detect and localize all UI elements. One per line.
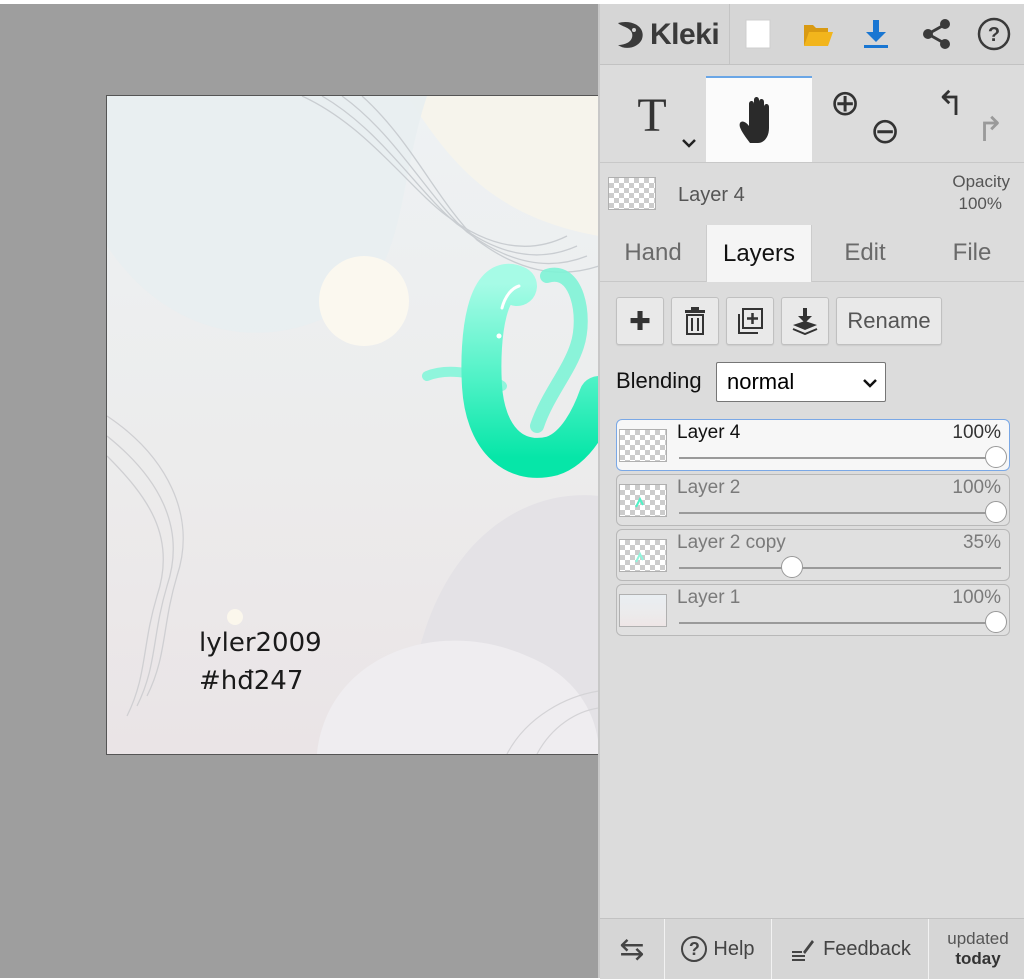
layer-opacity-slider-knob[interactable] — [985, 611, 1007, 633]
plus-icon: ✚ — [629, 305, 651, 336]
trash-icon — [685, 307, 705, 335]
layer-opacity-track[interactable] — [679, 622, 1001, 624]
layer-opacity: 35% — [962, 532, 1001, 553]
text-tool-button[interactable]: T — [600, 76, 704, 162]
layer-opacity-track[interactable] — [679, 512, 1001, 514]
bottom-bar: ⇆ ? Help Feedback updated today — [600, 918, 1024, 979]
swap-icon: ⇆ — [619, 932, 645, 966]
top-toolbar: Kleki ? — [600, 4, 1024, 65]
download-button[interactable] — [856, 14, 896, 54]
zoom-out-icon[interactable]: ⊖ — [870, 110, 900, 152]
canvas-text-line2: #hđ247 — [199, 666, 304, 696]
layer-opacity-track[interactable] — [679, 457, 1001, 459]
hand-tool-button[interactable] — [706, 76, 812, 162]
layer-thumbnail — [619, 484, 667, 517]
layer-name: Layer 2 — [677, 477, 741, 498]
layer-opacity-slider-knob[interactable] — [780, 556, 803, 578]
redo-icon[interactable]: ↱ — [976, 110, 1005, 150]
layer-opacity-track[interactable] — [679, 567, 1001, 569]
canvas-text-line1: lyler2009 — [199, 628, 322, 658]
zoom-tools: ⊕ ⊖ — [814, 76, 920, 162]
artboard[interactable]: lyler2009 #hđ247 — [106, 95, 598, 755]
feedback-label: Feedback — [823, 937, 911, 960]
layer-row[interactable]: Layer 4 100% — [616, 419, 1010, 471]
tab-hand[interactable]: Hand — [600, 225, 706, 281]
share-icon — [923, 19, 950, 49]
chevron-down-icon — [863, 379, 877, 388]
help-link[interactable]: ? Help — [666, 919, 770, 979]
help-icon: ? — [977, 17, 1011, 51]
current-layer-info: Layer 4 Opacity 100% — [600, 164, 1024, 224]
layer-opacity: 100% — [952, 587, 1001, 608]
layer-thumbnail — [619, 429, 667, 462]
merge-layer-button[interactable] — [781, 297, 829, 345]
help-button[interactable]: ? — [974, 14, 1014, 54]
open-folder-icon — [804, 25, 833, 46]
layer-row[interactable]: Layer 2 copy 35% — [616, 529, 1010, 581]
zoom-in-icon[interactable]: ⊕ — [830, 82, 860, 124]
blending-select[interactable]: normal — [716, 362, 886, 402]
delete-layer-button[interactable] — [671, 297, 719, 345]
layer-name: Layer 2 copy — [677, 532, 786, 553]
divider — [928, 919, 929, 979]
tool-panel: Kleki ? T ⊕ ⊖ ↰ ↱ Layer 4 Opacity 100% H… — [598, 4, 1024, 979]
divider — [729, 4, 730, 64]
kleki-logo[interactable]: Kleki — [612, 14, 720, 56]
blending-value: normal — [727, 369, 795, 394]
swap-side-button[interactable]: ⇆ — [600, 919, 664, 979]
updated-line2: today — [955, 949, 1001, 968]
blending-label: Blending — [616, 368, 702, 393]
layer-name: Layer 4 — [677, 422, 741, 443]
layer-opacity: 100% — [952, 477, 1001, 498]
layer-opacity: 100% — [952, 422, 1001, 443]
panel-tabs: Hand Layers Edit File — [600, 225, 1024, 282]
layer-opacity-slider-knob[interactable] — [985, 501, 1007, 523]
rename-layer-button[interactable]: Rename — [836, 297, 942, 345]
merge-down-icon — [792, 308, 818, 335]
svg-text:?: ? — [988, 24, 1000, 46]
kleki-logo-icon — [618, 21, 643, 48]
hand-icon — [739, 97, 769, 143]
current-layer-name: Layer 4 — [678, 184, 745, 206]
help-circle-icon: ? — [681, 936, 708, 962]
tab-file[interactable]: File — [918, 225, 1024, 281]
updated-line1: updated — [947, 929, 1009, 948]
undo-icon[interactable]: ↰ — [936, 84, 965, 124]
divider — [771, 919, 772, 979]
add-layer-button[interactable]: ✚ — [616, 297, 664, 345]
share-button[interactable] — [916, 14, 956, 54]
updated-info[interactable]: updated today — [930, 919, 1024, 979]
artwork — [107, 96, 598, 754]
open-file-button[interactable] — [798, 14, 838, 54]
help-label: Help — [713, 937, 755, 960]
history-tools: ↰ ↱ — [922, 76, 1024, 162]
layer-row[interactable]: Layer 1 100% — [616, 584, 1010, 636]
layer-row[interactable]: Layer 2 100% — [616, 474, 1010, 526]
current-layer-thumbnail — [608, 177, 656, 210]
tool-row: T ⊕ ⊖ ↰ ↱ — [600, 76, 1024, 163]
layer-opacity-slider-knob[interactable] — [985, 446, 1007, 468]
new-image-icon — [745, 19, 771, 49]
app-name: Kleki — [650, 18, 720, 51]
canvas-area[interactable]: lyler2009 #hđ247 — [0, 4, 598, 978]
divider — [664, 919, 665, 979]
text-tool-icon: T — [637, 88, 667, 142]
duplicate-layer-button[interactable] — [726, 297, 774, 345]
tab-layers[interactable]: Layers — [706, 225, 812, 282]
feedback-link[interactable]: Feedback — [773, 919, 927, 979]
layer-name: Layer 1 — [677, 587, 741, 608]
duplicate-icon — [738, 308, 763, 334]
layer-thumbnail — [619, 594, 667, 627]
feedback-icon — [792, 940, 815, 961]
chevron-down-icon[interactable] — [682, 138, 696, 148]
layer-thumbnail — [619, 539, 667, 572]
opacity-value: 100% — [958, 194, 1002, 213]
opacity-label: Opacity — [952, 172, 1010, 191]
new-image-button[interactable] — [738, 14, 778, 54]
download-icon — [864, 20, 888, 48]
tab-edit[interactable]: Edit — [812, 225, 918, 281]
